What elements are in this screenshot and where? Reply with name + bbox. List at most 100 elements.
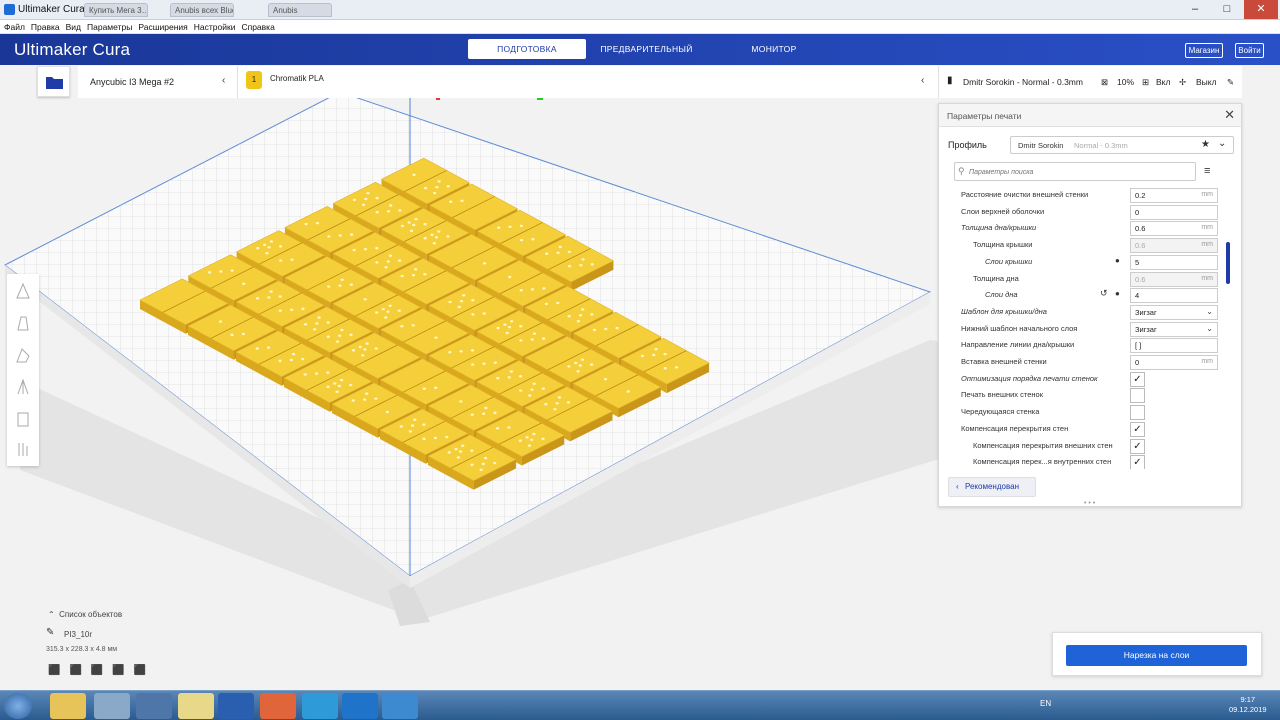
setting-field[interactable]: 0: [1130, 204, 1218, 220]
minimize-button[interactable]: –: [1180, 0, 1210, 19]
setting-row: Печать внешних стенок: [939, 387, 1229, 404]
slice-panel: Нарезка на слои: [1052, 632, 1262, 676]
setting-label: Компенсация перекрытия внешних стен: [973, 440, 1113, 450]
setting-checkbox[interactable]: ✓: [1130, 455, 1145, 469]
clock-date: 09.12.2019: [1229, 705, 1267, 714]
setting-field[interactable]: 0.6 mm: [1130, 271, 1218, 287]
resize-handle[interactable]: • • •: [1084, 500, 1095, 507]
setting-field[interactable]: [ ]: [1130, 338, 1218, 354]
setting-field[interactable]: 5: [1130, 254, 1218, 270]
login-button[interactable]: Войти: [1235, 43, 1264, 58]
info-icon[interactable]: ●: [1115, 256, 1120, 265]
close-window-button[interactable]: ✕: [1244, 0, 1278, 19]
setting-row: Направление линии дна/крышки [ ]: [939, 337, 1229, 354]
setting-label: Компенсация перекрытия стен: [961, 423, 1069, 433]
setting-checkbox[interactable]: ✓: [1130, 371, 1145, 387]
chevron-left-icon[interactable]: ‹: [921, 75, 924, 86]
setting-field[interactable]: 4: [1130, 288, 1218, 304]
app-icon[interactable]: [94, 693, 130, 719]
search-input[interactable]: [969, 166, 1189, 178]
rotate-tool-icon[interactable]: [13, 344, 33, 366]
adhesion-icon: ✢: [1179, 77, 1187, 87]
language-indicator[interactable]: EN: [1040, 699, 1051, 708]
slice-button[interactable]: Нарезка на слои: [1066, 645, 1247, 666]
folder-icon: [46, 77, 63, 89]
menu-view[interactable]: Вид: [62, 20, 83, 32]
marketplace-button[interactable]: Магазин: [1185, 43, 1223, 58]
setting-unit: mm: [1201, 274, 1213, 282]
setting-label: Шаблон для крышки/дна: [961, 306, 1047, 316]
setting-label: Слои верхней оболочки: [961, 206, 1045, 216]
close-icon[interactable]: ✕: [1224, 107, 1235, 123]
support-value: Вкл: [1156, 77, 1171, 87]
setting-row: Вставка внешней стенки 0 mm: [939, 354, 1229, 371]
browser-tab[interactable]: Anubis: [268, 3, 332, 17]
browser-tab[interactable]: Купить Мега 3…: [84, 3, 148, 17]
setting-label: Слои крышки: [985, 256, 1033, 266]
menu-file[interactable]: Файл: [0, 20, 27, 32]
print-setup-bar[interactable]: ▮ Dmitr Sorokin - Normal - 0.3mm ⊠ 10% ⊞…: [938, 66, 1242, 98]
menu-preferences[interactable]: Настройки: [190, 20, 238, 32]
setting-row: Компенсация перекрытия внешних стен ✓: [939, 438, 1229, 455]
menu-help[interactable]: Справка: [237, 20, 276, 32]
star-icon[interactable]: ★: [1201, 139, 1210, 150]
clock[interactable]: 9:17 09.12.2019: [1229, 695, 1267, 715]
start-button[interactable]: [4, 693, 32, 719]
recommended-button[interactable]: ‹ Рекомендован: [948, 477, 1036, 497]
maximize-button[interactable]: □: [1212, 0, 1242, 19]
settings-search[interactable]: ⚲: [954, 162, 1196, 181]
window-title: Ultimaker Cura: [18, 4, 85, 15]
logo-bold: Ultimaker: [14, 40, 88, 59]
setting-checkbox[interactable]: ✓: [1130, 421, 1145, 437]
cura-taskbar-icon[interactable]: [342, 693, 378, 719]
menu-settings[interactable]: Параметры: [83, 20, 134, 32]
setting-value: 0: [1135, 207, 1140, 217]
folder-icon[interactable]: [178, 693, 214, 719]
setting-field[interactable]: 0 mm: [1130, 355, 1218, 370]
scale-tool-icon[interactable]: [13, 312, 33, 334]
browser-tab[interactable]: Anubis всех Blue Пусто т…: [170, 3, 234, 17]
tab-preview[interactable]: ПРЕДВАРИТЕЛЬНЫЙ ПРОСМОТР: [575, 39, 718, 74]
mirror-tool-icon[interactable]: [13, 376, 33, 398]
setting-checkbox[interactable]: ✓: [1130, 438, 1145, 454]
material-selector[interactable]: 1 Chromatik PLA ‹: [238, 66, 938, 98]
chrome-icon[interactable]: [382, 693, 418, 719]
reset-icon[interactable]: ↺: [1100, 288, 1108, 299]
window-title-bar: Ultimaker Cura Купить Мега 3… Anubis все…: [0, 0, 1280, 20]
per-model-settings-icon[interactable]: [13, 408, 33, 430]
brave-icon[interactable]: [260, 693, 296, 719]
open-file-button[interactable]: [37, 66, 70, 97]
setting-label: Компенсация перек...я внутренних стен: [973, 457, 1112, 467]
tab-prepare[interactable]: ПОДГОТОВКА: [468, 39, 586, 59]
pencil-icon[interactable]: ✎: [46, 627, 54, 638]
windows-taskbar: EN 9:17 09.12.2019: [0, 690, 1280, 720]
setting-value: 0.6: [1135, 224, 1146, 234]
setting-label: Вставка внешней стенки: [961, 357, 1047, 366]
object-list-label: Список объектов: [59, 610, 123, 619]
settings-scrollbar[interactable]: [1226, 242, 1230, 284]
edit-pencil-icon[interactable]: ✎: [1227, 77, 1234, 88]
view-orientation-buttons[interactable]: ⬛⬛⬛⬛⬛: [48, 665, 155, 676]
menu-extensions[interactable]: Расширения: [134, 20, 189, 32]
word-icon[interactable]: [218, 693, 254, 719]
setting-field[interactable]: 0.6 mm: [1130, 221, 1218, 237]
setting-checkbox[interactable]: [1130, 405, 1145, 421]
setting-field[interactable]: Зигзаг ⌄: [1130, 304, 1218, 320]
save-icon[interactable]: [136, 693, 172, 719]
info-icon[interactable]: ●: [1115, 289, 1120, 298]
setting-field[interactable]: 0.6 mm: [1130, 238, 1218, 254]
tab-monitor[interactable]: МОНИТОР: [745, 39, 803, 59]
menu-icon[interactable]: ≡: [1204, 165, 1210, 177]
move-tool-icon[interactable]: [13, 280, 33, 302]
setting-field[interactable]: 0.2 mm: [1130, 188, 1218, 203]
telegram-icon[interactable]: [302, 693, 338, 719]
object-list-toggle[interactable]: ⌃ Список объектов: [48, 610, 122, 619]
support-blocker-icon[interactable]: [13, 438, 33, 460]
setting-field[interactable]: Зигзаг ⌄: [1130, 321, 1218, 337]
machine-selector[interactable]: Anycubic I3 Mega #2 ‹: [78, 66, 238, 98]
explorer-icon[interactable]: [50, 693, 86, 719]
menu-edit[interactable]: Правка: [27, 20, 62, 32]
setting-checkbox[interactable]: [1130, 388, 1145, 404]
profile-dropdown[interactable]: Dmitr Sorokin Normal - 0.3mm ★ ⌄: [1010, 136, 1234, 154]
profile-suffix: Normal - 0.3mm: [1074, 141, 1128, 150]
